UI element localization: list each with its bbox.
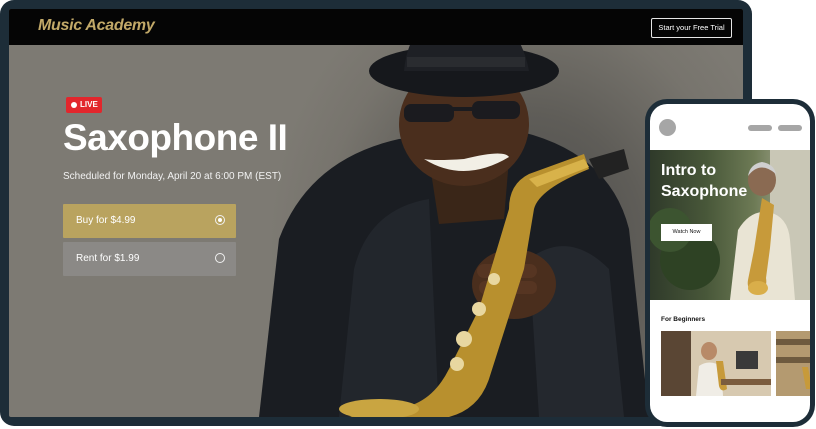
radio-selected-dot-icon (218, 218, 222, 222)
schedule-text: Scheduled for Monday, April 20 at 6:00 P… (63, 171, 282, 182)
buy-option-label: Buy for $4.99 (76, 215, 136, 226)
menu-placeholder-2[interactable] (778, 125, 802, 131)
buy-radio[interactable] (215, 215, 225, 225)
start-free-trial-button[interactable]: Start your Free Trial (651, 18, 732, 38)
live-badge: LIVE (66, 97, 102, 113)
live-badge-label: LIVE (80, 100, 98, 109)
rent-radio[interactable] (215, 253, 225, 263)
live-dot-icon (71, 102, 77, 108)
rent-option-label: Rent for $1.99 (76, 253, 140, 264)
mobile-hero: Intro to Saxophone Watch Now (650, 150, 810, 300)
section-title-beginners: For Beginners (661, 316, 706, 323)
rent-option[interactable]: Rent for $1.99 (63, 242, 236, 276)
phone-screen: Intro to Saxophone Watch Now For Beginne… (650, 104, 810, 422)
course-thumbnail[interactable] (661, 331, 771, 396)
watch-now-button[interactable]: Watch Now (661, 224, 712, 241)
thumbnail-photo (776, 331, 810, 396)
avatar[interactable] (659, 119, 676, 136)
top-nav-bar: Music Academy Start your Free Trial (9, 9, 743, 45)
mobile-hero-title: Intro to Saxophone (661, 162, 748, 200)
thumbnail-photo (661, 331, 771, 396)
course-title: Saxophone II (63, 117, 288, 158)
buy-option[interactable]: Buy for $4.99 (63, 204, 236, 238)
brand-logo[interactable]: Music Academy (38, 17, 155, 35)
menu-placeholder-1[interactable] (748, 125, 772, 131)
desktop-frame: Music Academy Start your Free Trial LIVE… (0, 0, 752, 426)
phone-frame: Intro to Saxophone Watch Now For Beginne… (645, 99, 815, 427)
course-thumbnail[interactable] (776, 331, 810, 396)
desktop-screen: Music Academy Start your Free Trial LIVE… (9, 9, 743, 417)
